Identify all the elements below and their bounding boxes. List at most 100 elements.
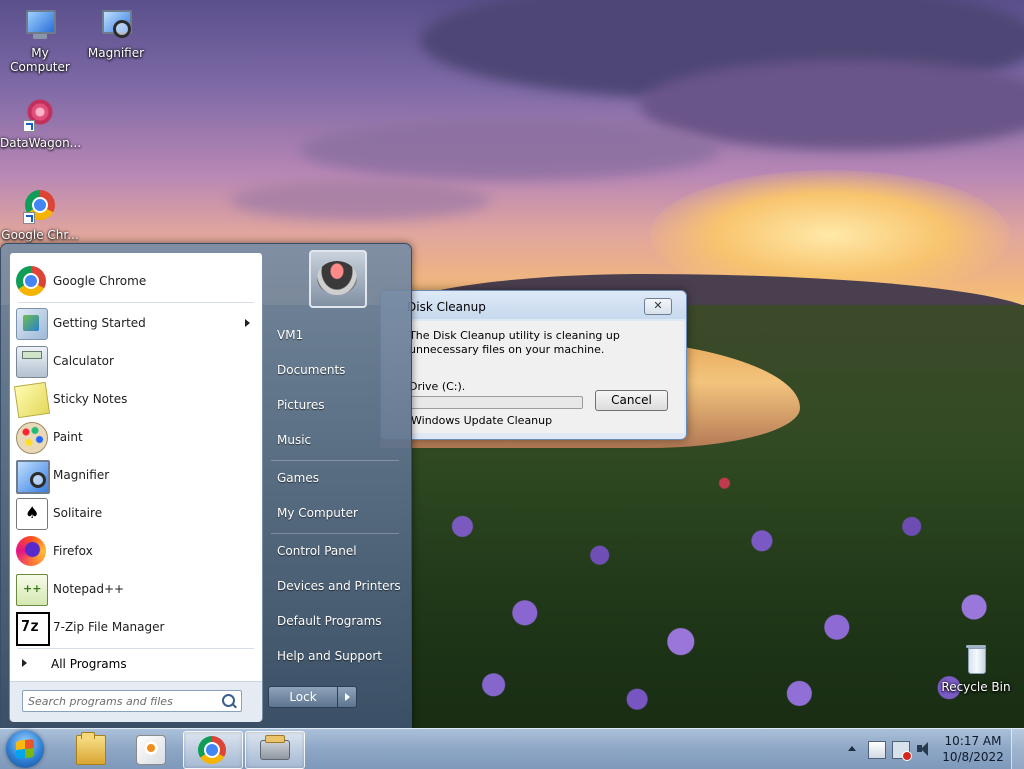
start-program-solitaire[interactable]: Solitaire (12, 495, 260, 531)
start-item-user[interactable]: VM1 (267, 320, 413, 350)
arrow-right-icon (22, 659, 27, 667)
start-search-area (10, 681, 262, 722)
windows-logo-icon (16, 739, 34, 759)
taskbar: 10:17 AM 10/8/2022 (0, 728, 1024, 769)
search-icon[interactable] (222, 694, 235, 707)
start-menu-places-pane: VM1 Documents Pictures Music Games My Co… (263, 244, 411, 729)
start-button[interactable] (6, 730, 44, 768)
program-label: Firefox (53, 544, 93, 558)
show-desktop-button[interactable] (1011, 729, 1024, 769)
datawagon-icon (23, 98, 57, 132)
dialog-message: The Disk Cleanup utility is cleaning up … (409, 329, 620, 356)
dialog-status: Windows Update Cleanup (411, 414, 553, 427)
start-search-box[interactable] (22, 690, 242, 712)
program-label: Solitaire (53, 506, 103, 520)
chrome-icon (23, 190, 57, 224)
clock-date: 10/8/2022 (942, 750, 1004, 764)
program-label: Magnifier (53, 468, 110, 482)
start-program-magnifier[interactable]: Magnifier (12, 457, 260, 494)
start-menu-programs-pane: Google Chrome Getting Started Calculator… (9, 252, 263, 722)
submenu-arrow-icon (245, 319, 250, 327)
taskbar-google-chrome[interactable] (183, 731, 243, 769)
taskbar-windows-explorer[interactable] (62, 731, 120, 767)
wallpaper-cloud (300, 120, 720, 180)
dialog-close-button[interactable]: ✕ (644, 298, 672, 315)
program-label: Paint (53, 430, 83, 444)
media-player-icon (136, 735, 166, 765)
desktop-icon-my-computer[interactable]: My Computer (0, 8, 80, 74)
program-label: Google Chrome (53, 274, 147, 288)
dialog-title: Disk Cleanup (407, 300, 486, 314)
start-menu: Google Chrome Getting Started Calculator… (0, 243, 412, 730)
desktop-icon-label: DataWagon... (0, 136, 82, 150)
cancel-button[interactable]: Cancel (595, 390, 668, 411)
start-item-pictures[interactable]: Pictures (267, 390, 413, 420)
start-item-control-panel[interactable]: Control Panel (267, 536, 413, 566)
disk-cleanup-dialog: Disk Cleanup ✕ The Disk Cleanup utility … (380, 290, 687, 440)
sticky-notes-icon (13, 381, 51, 419)
paint-icon (16, 422, 48, 454)
start-item-help-and-support[interactable]: Help and Support (267, 641, 413, 671)
lock-button[interactable]: Lock (268, 686, 338, 708)
shutdown-options-button[interactable] (337, 686, 357, 708)
program-label: Notepad++ (53, 582, 125, 596)
dialog-progress-bar (409, 396, 583, 409)
clock-time: 10:17 AM (944, 734, 1002, 748)
divider (18, 648, 254, 649)
magnifier-icon (99, 8, 133, 42)
recycle-bin-icon (959, 642, 993, 676)
start-item-my-computer[interactable]: My Computer (267, 498, 413, 528)
program-label: 7-Zip File Manager (53, 620, 165, 634)
show-hidden-icons-button[interactable] (848, 746, 856, 751)
taskbar-windows-media-player[interactable] (122, 731, 180, 767)
start-item-devices-and-printers[interactable]: Devices and Printers (267, 571, 413, 601)
start-program-getting-started[interactable]: Getting Started (12, 305, 260, 341)
desktop-icon-datawagon[interactable]: DataWagon... (0, 98, 82, 150)
all-programs-label: All Programs (51, 657, 127, 671)
volume-icon[interactable] (916, 741, 932, 757)
desktop-icon-magnifier[interactable]: Magnifier (76, 8, 156, 60)
calculator-icon (16, 346, 48, 378)
desktop-icon-label: Google Chr... (1, 228, 79, 242)
disk-cleanup-icon (260, 735, 290, 760)
notepad-plus-plus-icon (16, 574, 48, 606)
solitaire-icon (16, 498, 48, 530)
desktop-icon-google-chrome[interactable]: Google Chr... (0, 190, 80, 242)
seven-zip-icon (16, 612, 50, 646)
taskbar-disk-cleanup[interactable] (245, 731, 305, 769)
user-avatar[interactable] (309, 250, 367, 308)
chrome-icon (16, 266, 46, 296)
start-item-default-programs[interactable]: Default Programs (267, 606, 413, 636)
firefox-icon (16, 536, 46, 566)
start-program-notepad-plus-plus[interactable]: Notepad++ (12, 571, 260, 607)
action-center-icon[interactable] (868, 741, 886, 759)
start-program-paint[interactable]: Paint (12, 419, 260, 455)
system-tray: 10:17 AM 10/8/2022 (840, 729, 1024, 769)
start-item-documents[interactable]: Documents (267, 355, 413, 385)
desktop-icon-recycle-bin[interactable]: Recycle Bin (936, 642, 1016, 694)
search-input[interactable] (26, 692, 216, 710)
wallpaper-cloud (230, 180, 490, 220)
program-label: Getting Started (53, 316, 146, 330)
start-program-7-zip[interactable]: 7-Zip File Manager (12, 609, 260, 646)
start-program-sticky-notes[interactable]: Sticky Notes (12, 381, 260, 419)
start-program-calculator[interactable]: Calculator (12, 343, 260, 379)
all-programs-button[interactable]: All Programs (12, 651, 260, 677)
network-icon[interactable] (892, 741, 912, 761)
program-label: Calculator (53, 354, 114, 368)
start-item-music[interactable]: Music (267, 425, 413, 455)
wallpaper-flowers (400, 440, 1024, 728)
start-item-games[interactable]: Games (267, 463, 413, 493)
dialog-content: The Disk Cleanup utility is cleaning up … (387, 321, 684, 433)
folder-icon (76, 732, 106, 765)
taskbar-clock[interactable]: 10:17 AM 10/8/2022 (940, 733, 1006, 765)
start-program-firefox[interactable]: Firefox (12, 533, 260, 569)
start-program-google-chrome[interactable]: Google Chrome (12, 263, 260, 299)
desktop-icon-label: My Computer (10, 46, 70, 74)
user-picture-icon (317, 261, 357, 295)
getting-started-icon (16, 308, 48, 340)
dialog-titlebar[interactable]: Disk Cleanup ✕ (381, 291, 686, 319)
desktop-icon-label: Recycle Bin (941, 680, 1011, 694)
computer-icon (23, 8, 57, 42)
shortcut-arrow-icon (23, 212, 35, 224)
